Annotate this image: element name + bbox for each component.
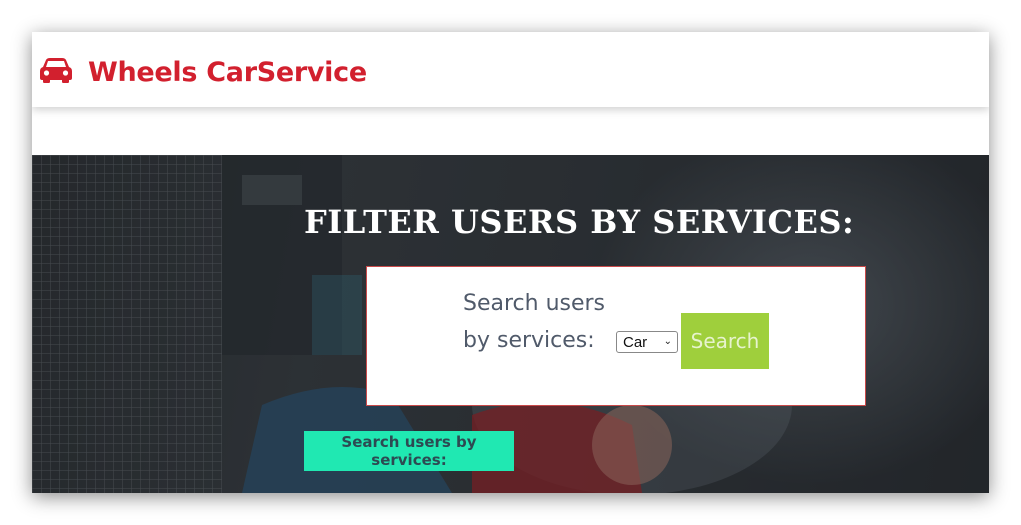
filter-card: Search users by services: Car ⌄ Search: [366, 266, 866, 406]
chevron-down-icon: ⌄: [663, 336, 672, 347]
subheader-bar: [32, 107, 989, 155]
search-users-by-services-button[interactable]: Search users by services:: [304, 431, 514, 471]
search-button[interactable]: Search: [681, 313, 769, 369]
hero-section: FILTER USERS BY SERVICES: Search users b…: [32, 155, 989, 493]
filter-label: Search users by services:: [463, 291, 606, 353]
brand-name: Wheels CarService: [88, 56, 367, 88]
browser-window: Wheels CarService FILTER USERS BY SERVIC…: [32, 32, 989, 493]
brand-link[interactable]: Wheels CarService: [40, 52, 367, 92]
service-select-value: Car: [623, 333, 648, 351]
service-select[interactable]: Car ⌄: [616, 331, 678, 353]
car-icon: [40, 57, 88, 88]
navbar: Wheels CarService: [32, 32, 989, 107]
hero-title: FILTER USERS BY SERVICES:: [304, 203, 855, 241]
